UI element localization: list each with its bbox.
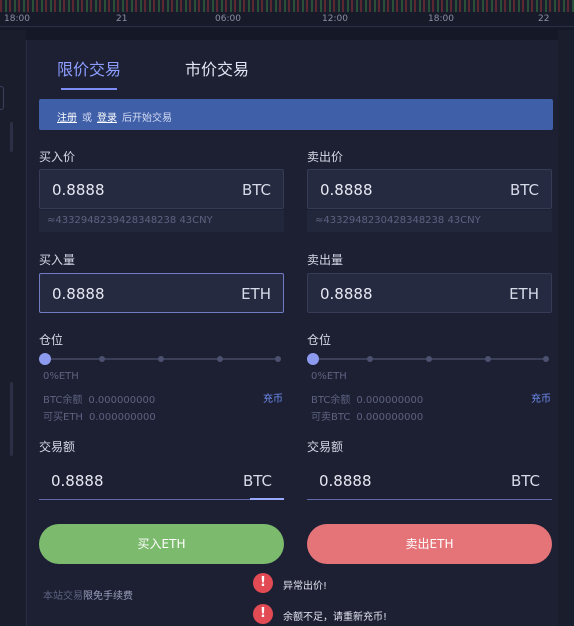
sell-total-unit: BTC [510,472,540,490]
sell-amount-label: 卖出量 [307,253,344,267]
sell-form: 卖出价 0.8888 BTC ≈4332948230428348238 43CN… [307,40,553,626]
toast-message: 异常出价! [283,581,328,592]
buy-total-input[interactable]: 0.8888 BTC [39,464,284,500]
right-sidebar [558,30,574,626]
input-underline [39,499,284,500]
buy-price-value: 0.8888 [52,181,105,199]
sell-amount-input[interactable]: 0.8888 ETH [307,273,552,313]
balance-label: BTC余额 [311,395,351,406]
buy-available-row: 可买ETH 0.000000000 [43,408,156,423]
sell-price-input[interactable]: 0.8888 BTC [307,169,552,209]
sell-position-label: 仓位 [307,333,332,347]
sell-price-value: 0.8888 [320,181,373,199]
buy-eth-button[interactable]: 买入ETH [39,524,284,564]
buy-price-label: 买入价 [39,150,76,164]
slider-step[interactable] [158,356,164,362]
slider-step[interactable] [217,356,223,362]
buy-form: 买入价 0.8888 BTC ≈4332948239428348238 43CN… [39,40,285,626]
price-chart-strip: 18:00 21 06:00 12:00 18:00 22 [0,0,574,28]
time-tick: 06:00 [215,14,241,24]
time-tick: 12:00 [322,14,348,24]
time-tick: 22 [538,14,550,24]
fee-prefix: 本站交易 [43,591,83,602]
buy-price-cny-hint: ≈4332948239428348238 43CNY [39,210,284,232]
time-tick: 18:00 [4,14,30,24]
input-underline-highlight [250,498,284,500]
sell-position-percent: 0%ETH [311,371,347,382]
buy-amount-label: 买入量 [39,253,76,267]
toast-message: 余额不足，请重新充币! [283,612,388,623]
slider-step[interactable] [275,356,281,362]
slider-step[interactable] [426,356,432,362]
sell-deposit-link[interactable]: 充币 [531,390,551,405]
buy-balance-row: BTC余额 0.000000000 [43,391,155,406]
buy-amount-value: 0.8888 [52,285,105,303]
slider-step[interactable] [367,356,373,362]
input-underline [307,499,552,500]
error-toast-balance: ! 余额不足，请重新充币! [253,604,453,624]
fee-note: 本站交易限免手续费 [43,587,133,602]
axis-line [0,26,574,27]
buy-total-unit: BTC [242,472,272,490]
slider-step[interactable] [543,356,549,362]
sell-total-value: 0.8888 [319,472,372,490]
fee-highlight: 限免手续费 [83,591,133,602]
sell-eth-button[interactable]: 卖出ETH [307,524,552,564]
candlestick-bars [0,0,574,12]
sell-price-label: 卖出价 [307,150,344,164]
sell-total-input[interactable]: 0.8888 BTC [307,464,552,500]
balance-value: 0.000000000 [356,395,424,406]
available-value: 0.000000000 [88,412,156,423]
sell-price-cny-hint: ≈4332948230428348238 43CNY [307,210,552,232]
balance-label: BTC余额 [43,395,83,406]
buy-position-slider[interactable] [39,352,284,366]
slider-step[interactable] [99,356,105,362]
slider-knob[interactable] [39,353,51,365]
sidebar-control[interactable] [0,86,4,110]
sell-amount-value: 0.8888 [320,285,373,303]
buy-position-percent: 0%ETH [43,371,79,382]
available-value: 0.000000000 [356,412,424,423]
sell-total-label: 交易额 [307,440,344,454]
sell-available-row: 可卖BTC 0.000000000 [311,408,423,423]
time-tick: 18:00 [428,14,454,24]
sell-price-unit: BTC [509,181,539,199]
balance-value: 0.000000000 [88,395,156,406]
buy-deposit-link[interactable]: 充币 [263,390,283,405]
sell-position-slider[interactable] [307,352,552,366]
alert-icon: ! [253,604,273,624]
slider-step[interactable] [485,356,491,362]
buy-position-label: 仓位 [39,333,64,347]
available-label: 可卖BTC [311,412,351,423]
buy-price-unit: BTC [241,181,271,199]
buy-total-label: 交易额 [39,440,76,454]
time-tick: 21 [116,14,128,24]
alert-icon: ! [253,573,273,593]
sidebar-scrollbar[interactable] [10,382,13,456]
sell-amount-unit: ETH [509,285,539,303]
buy-total-value: 0.8888 [51,472,104,490]
buy-amount-input[interactable]: 0.8888 ETH [39,273,284,313]
slider-knob[interactable] [307,353,319,365]
left-sidebar [0,30,26,626]
buy-amount-unit: ETH [241,285,271,303]
sidebar-scrollbar[interactable] [10,122,13,152]
buy-price-input[interactable]: 0.8888 BTC [39,169,284,209]
error-toast-bid: ! 异常出价! [253,573,413,593]
available-label: 可买ETH [43,412,83,423]
trade-panel: 限价交易 市价交易 注册或登录 后开始交易 买入价 0.8888 BTC ≈433… [26,40,558,626]
sell-balance-row: BTC余额 0.000000000 [311,391,423,406]
